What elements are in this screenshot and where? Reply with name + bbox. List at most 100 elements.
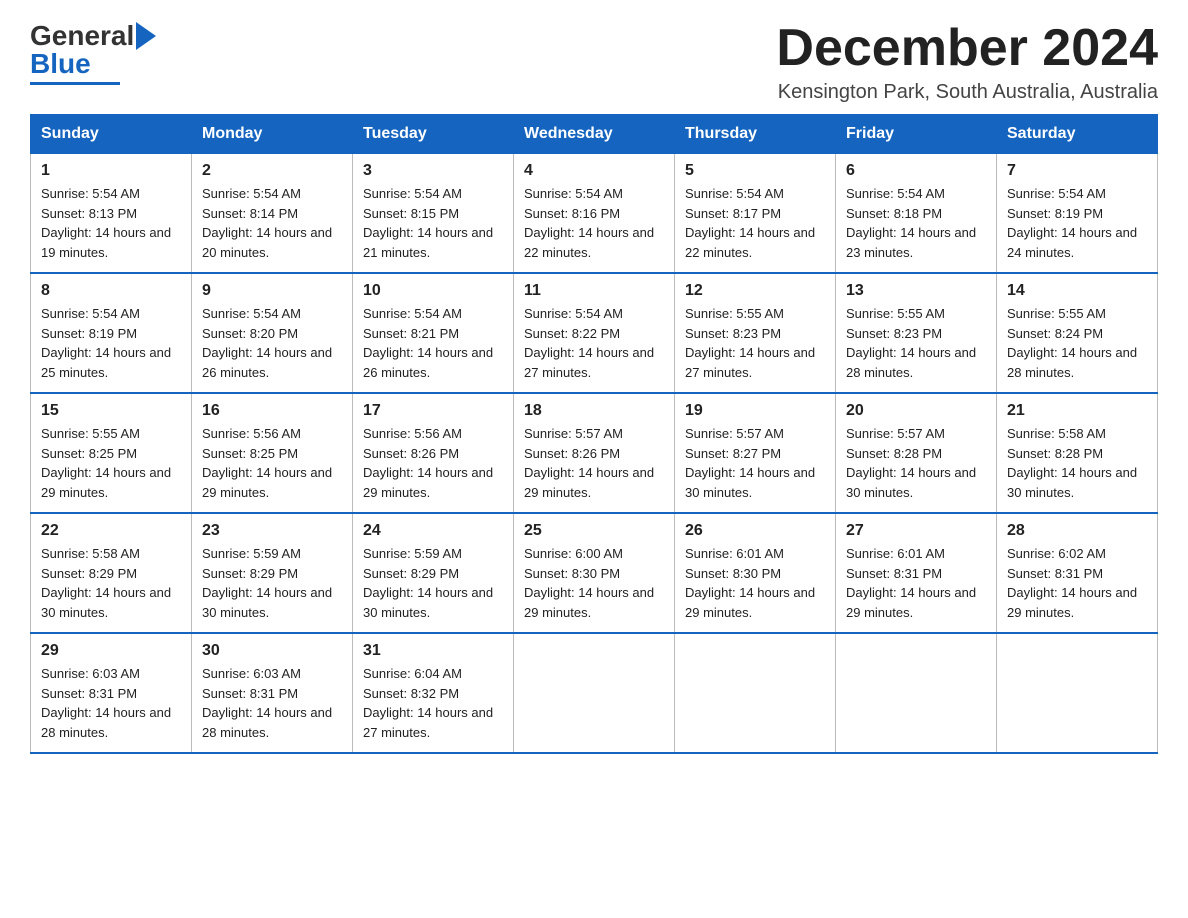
day-number: 14 (1007, 282, 1147, 300)
day-number: 3 (363, 162, 503, 180)
logo-arrow-icon (136, 22, 156, 50)
day-info: Sunrise: 5:54 AMSunset: 8:19 PMDaylight:… (41, 304, 181, 382)
day-number: 18 (524, 402, 664, 420)
day-number: 2 (202, 162, 342, 180)
empty-cell (836, 633, 997, 753)
day-cell-24: 24 Sunrise: 5:59 AMSunset: 8:29 PMDayligh… (353, 513, 514, 633)
day-info: Sunrise: 5:55 AMSunset: 8:23 PMDaylight:… (685, 304, 825, 382)
day-number: 21 (1007, 402, 1147, 420)
weekday-header-saturday: Saturday (997, 115, 1158, 154)
logo: General Blue (30, 20, 156, 85)
day-cell-21: 21Sunrise: 5:58 AMSunset: 8:28 PMDayligh… (997, 393, 1158, 513)
day-info: Sunrise: 6:02 AMSunset: 8:31 PMDaylight:… (1007, 544, 1147, 622)
day-info: Sunrise: 5:59 AMSunset: 8:29 PMDaylight:… (363, 544, 503, 622)
day-info: Sunrise: 5:56 AMSunset: 8:26 PMDaylight:… (363, 424, 503, 502)
location-title: Kensington Park, South Australia, Austra… (776, 81, 1158, 104)
day-number: 24 (363, 522, 503, 540)
day-number: 4 (524, 162, 664, 180)
day-info: Sunrise: 6:00 AMSunset: 8:30 PMDaylight:… (524, 544, 664, 622)
day-number: 27 (846, 522, 986, 540)
day-number: 23 (202, 522, 342, 540)
day-number: 12 (685, 282, 825, 300)
calendar-table: SundayMondayTuesdayWednesdayThursdayFrid… (30, 114, 1158, 754)
day-number: 13 (846, 282, 986, 300)
day-cell-11: 11 Sunrise: 5:54 AMSunset: 8:22 PMDayligh… (514, 273, 675, 393)
weekday-header-tuesday: Tuesday (353, 115, 514, 154)
day-cell-2: 2 Sunrise: 5:54 AMSunset: 8:14 PMDaylight… (192, 154, 353, 274)
day-cell-16: 16 Sunrise: 5:56 AMSunset: 8:25 PMDayligh… (192, 393, 353, 513)
day-info: Sunrise: 6:01 AMSunset: 8:31 PMDaylight:… (846, 544, 986, 622)
day-cell-19: 19Sunrise: 5:57 AMSunset: 8:27 PMDayligh… (675, 393, 836, 513)
day-cell-23: 23 Sunrise: 5:59 AMSunset: 8:29 PMDayligh… (192, 513, 353, 633)
day-cell-12: 12 Sunrise: 5:55 AMSunset: 8:23 PMDayligh… (675, 273, 836, 393)
weekday-header-wednesday: Wednesday (514, 115, 675, 154)
day-info: Sunrise: 6:03 AMSunset: 8:31 PMDaylight:… (41, 664, 181, 742)
day-cell-7: 7Sunrise: 5:54 AMSunset: 8:19 PMDaylight… (997, 154, 1158, 274)
day-cell-15: 15 Sunrise: 5:55 AMSunset: 8:25 PMDayligh… (31, 393, 192, 513)
day-number: 8 (41, 282, 181, 300)
page: General Blue December 2024 Kensington Pa… (0, 0, 1188, 784)
day-number: 31 (363, 642, 503, 660)
day-info: Sunrise: 5:54 AMSunset: 8:15 PMDaylight:… (363, 184, 503, 262)
title-area: December 2024 Kensington Park, South Aus… (776, 20, 1158, 104)
day-cell-26: 26Sunrise: 6:01 AMSunset: 8:30 PMDayligh… (675, 513, 836, 633)
day-info: Sunrise: 5:55 AMSunset: 8:25 PMDaylight:… (41, 424, 181, 502)
month-title: December 2024 (776, 20, 1158, 77)
day-number: 15 (41, 402, 181, 420)
day-info: Sunrise: 5:54 AMSunset: 8:16 PMDaylight:… (524, 184, 664, 262)
day-cell-1: 1Sunrise: 5:54 AMSunset: 8:13 PMDaylight… (31, 154, 192, 274)
day-cell-14: 14 Sunrise: 5:55 AMSunset: 8:24 PMDayligh… (997, 273, 1158, 393)
day-number: 10 (363, 282, 503, 300)
week-row-3: 15 Sunrise: 5:55 AMSunset: 8:25 PMDayligh… (31, 393, 1158, 513)
day-info: Sunrise: 5:54 AMSunset: 8:21 PMDaylight:… (363, 304, 503, 382)
day-cell-13: 13Sunrise: 5:55 AMSunset: 8:23 PMDayligh… (836, 273, 997, 393)
empty-cell (514, 633, 675, 753)
day-number: 16 (202, 402, 342, 420)
day-number: 19 (685, 402, 825, 420)
day-info: Sunrise: 5:57 AMSunset: 8:26 PMDaylight:… (524, 424, 664, 502)
logo-content: General Blue (30, 20, 156, 85)
day-cell-18: 18 Sunrise: 5:57 AMSunset: 8:26 PMDayligh… (514, 393, 675, 513)
logo-divider (30, 82, 120, 85)
weekday-header-thursday: Thursday (675, 115, 836, 154)
day-info: Sunrise: 5:54 AMSunset: 8:13 PMDaylight:… (41, 184, 181, 262)
day-number: 28 (1007, 522, 1147, 540)
day-info: Sunrise: 5:57 AMSunset: 8:28 PMDaylight:… (846, 424, 986, 502)
day-cell-9: 9 Sunrise: 5:54 AMSunset: 8:20 PMDaylight… (192, 273, 353, 393)
day-cell-6: 6 Sunrise: 5:54 AMSunset: 8:18 PMDaylight… (836, 154, 997, 274)
day-info: Sunrise: 5:54 AMSunset: 8:18 PMDaylight:… (846, 184, 986, 262)
day-info: Sunrise: 5:54 AMSunset: 8:22 PMDaylight:… (524, 304, 664, 382)
day-cell-29: 29Sunrise: 6:03 AMSunset: 8:31 PMDayligh… (31, 633, 192, 753)
day-cell-10: 10 Sunrise: 5:54 AMSunset: 8:21 PMDayligh… (353, 273, 514, 393)
day-cell-4: 4 Sunrise: 5:54 AMSunset: 8:16 PMDaylight… (514, 154, 675, 274)
day-info: Sunrise: 5:59 AMSunset: 8:29 PMDaylight:… (202, 544, 342, 622)
week-row-2: 8 Sunrise: 5:54 AMSunset: 8:19 PMDaylight… (31, 273, 1158, 393)
weekday-header-friday: Friday (836, 115, 997, 154)
empty-cell (997, 633, 1158, 753)
day-cell-5: 5Sunrise: 5:54 AMSunset: 8:17 PMDaylight… (675, 154, 836, 274)
day-cell-30: 30Sunrise: 6:03 AMSunset: 8:31 PMDayligh… (192, 633, 353, 753)
weekday-header-row: SundayMondayTuesdayWednesdayThursdayFrid… (31, 115, 1158, 154)
day-number: 9 (202, 282, 342, 300)
day-cell-3: 3 Sunrise: 5:54 AMSunset: 8:15 PMDaylight… (353, 154, 514, 274)
day-number: 25 (524, 522, 664, 540)
day-cell-28: 28 Sunrise: 6:02 AMSunset: 8:31 PMDayligh… (997, 513, 1158, 633)
day-cell-17: 17 Sunrise: 5:56 AMSunset: 8:26 PMDayligh… (353, 393, 514, 513)
day-number: 22 (41, 522, 181, 540)
day-info: Sunrise: 5:54 AMSunset: 8:20 PMDaylight:… (202, 304, 342, 382)
day-cell-8: 8 Sunrise: 5:54 AMSunset: 8:19 PMDaylight… (31, 273, 192, 393)
day-number: 11 (524, 282, 664, 300)
day-number: 17 (363, 402, 503, 420)
day-number: 20 (846, 402, 986, 420)
day-info: Sunrise: 5:56 AMSunset: 8:25 PMDaylight:… (202, 424, 342, 502)
day-info: Sunrise: 5:58 AMSunset: 8:29 PMDaylight:… (41, 544, 181, 622)
day-info: Sunrise: 5:54 AMSunset: 8:14 PMDaylight:… (202, 184, 342, 262)
week-row-1: 1Sunrise: 5:54 AMSunset: 8:13 PMDaylight… (31, 154, 1158, 274)
day-info: Sunrise: 5:55 AMSunset: 8:24 PMDaylight:… (1007, 304, 1147, 382)
empty-cell (675, 633, 836, 753)
day-number: 6 (846, 162, 986, 180)
day-cell-22: 22 Sunrise: 5:58 AMSunset: 8:29 PMDayligh… (31, 513, 192, 633)
week-row-5: 29Sunrise: 6:03 AMSunset: 8:31 PMDayligh… (31, 633, 1158, 753)
day-cell-25: 25 Sunrise: 6:00 AMSunset: 8:30 PMDayligh… (514, 513, 675, 633)
day-cell-31: 31Sunrise: 6:04 AMSunset: 8:32 PMDayligh… (353, 633, 514, 753)
